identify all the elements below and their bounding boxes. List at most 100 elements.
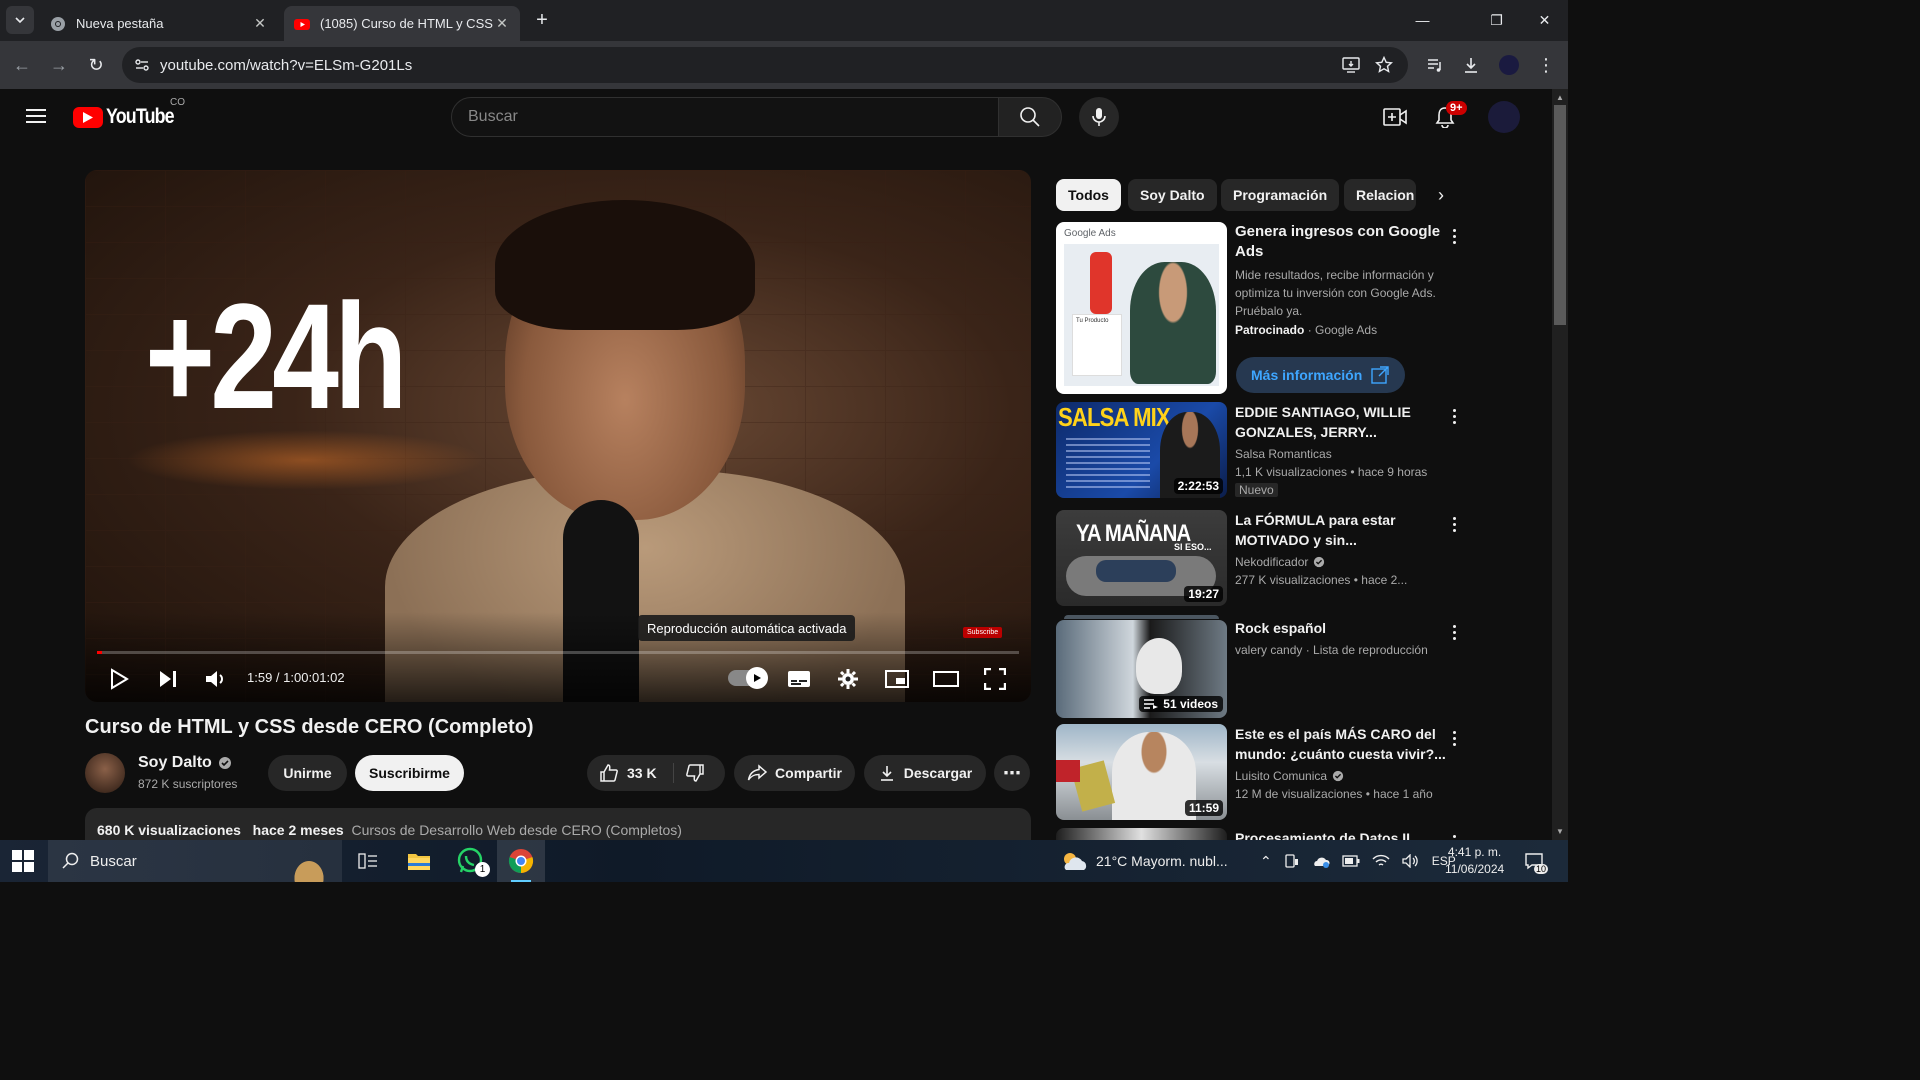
like-button[interactable]: 33 K [599, 763, 657, 783]
file-explorer-icon[interactable] [395, 840, 443, 882]
notification-center-icon[interactable]: 10 [1524, 840, 1549, 882]
battery-icon[interactable] [1342, 855, 1360, 867]
speaker-icon[interactable] [1402, 854, 1420, 868]
search-button[interactable] [998, 97, 1062, 137]
chip-todos[interactable]: Todos [1056, 179, 1121, 211]
chevron-up-icon[interactable]: ⌃ [1260, 853, 1272, 870]
clock[interactable]: 4:41 p. m. 11/06/2024 [1445, 844, 1504, 878]
whatsapp-icon[interactable]: 1 [446, 840, 494, 882]
install-app-icon[interactable] [1339, 53, 1363, 77]
channel-avatar[interactable] [85, 753, 125, 793]
more-actions-button[interactable]: ⋯ [994, 755, 1030, 791]
search-input[interactable] [468, 108, 998, 126]
settings-button[interactable] [833, 664, 863, 694]
scroll-down-icon[interactable]: ▼ [1556, 827, 1564, 836]
recommendation-item[interactable]: YA MAÑANA SI ESO... 19:27 La FÓRMULA par… [1056, 510, 1466, 606]
restore-button[interactable]: ❐ [1473, 0, 1520, 40]
video-progress-bar[interactable] [97, 651, 1019, 654]
more-vertical-icon[interactable] [1446, 404, 1462, 428]
more-vertical-icon[interactable] [1446, 620, 1462, 644]
rec-title[interactable]: Este es el país MÁS CARO del mundo: ¿cuá… [1235, 724, 1450, 764]
tab-youtube[interactable]: (1085) Curso de HTML y CSS desde CERO (C… [284, 6, 520, 41]
recommendation-item[interactable]: 11:59 Este es el país MÁS CARO del mundo… [1056, 724, 1466, 820]
weather-widget[interactable]: 21°C Mayorm. nubl... [1060, 840, 1228, 882]
task-view-icon[interactable] [344, 840, 392, 882]
create-video-icon[interactable] [1383, 105, 1407, 129]
recommendation-playlist[interactable]: 51 videos Rock español valery candy · Li… [1056, 615, 1466, 718]
subtitles-button[interactable] [784, 664, 814, 694]
rec-channel[interactable]: Luisito Comunica [1235, 767, 1327, 785]
ad-thumbnail[interactable]: Google Ads Tu Producto [1056, 222, 1227, 394]
tab-search-button[interactable] [6, 6, 34, 34]
account-avatar[interactable] [1488, 101, 1520, 133]
play-button[interactable] [104, 664, 134, 694]
more-vertical-icon[interactable] [1446, 830, 1462, 840]
playlist-thumbnail[interactable]: 51 videos [1056, 620, 1227, 718]
video-player[interactable]: +24h [85, 170, 1031, 702]
dislike-button[interactable] [685, 763, 705, 786]
taskbar-search[interactable]: Buscar [48, 840, 342, 882]
onedrive-icon[interactable] [1312, 853, 1330, 869]
close-icon[interactable]: ✕ [494, 15, 510, 32]
video-thumbnail[interactable]: 11:59 [1056, 724, 1227, 820]
more-vertical-icon[interactable] [1446, 224, 1462, 248]
more-menu-icon[interactable]: ⋮ [1534, 53, 1558, 77]
download-button[interactable]: Descargar [864, 755, 986, 791]
fullscreen-button[interactable] [980, 664, 1010, 694]
back-button[interactable]: ← [8, 51, 36, 79]
video-thumbnail[interactable]: YA MAÑANA SI ESO... 19:27 [1056, 510, 1227, 606]
site-info-icon[interactable] [130, 53, 154, 77]
windows-start-icon[interactable] [12, 850, 34, 872]
tab-new-tab[interactable]: Nueva pestaña ✕ [40, 6, 278, 41]
bookmark-star-icon[interactable] [1372, 53, 1396, 77]
minimize-button[interactable]: — [1399, 0, 1446, 40]
scrollbar-thumb[interactable] [1554, 105, 1566, 325]
reload-button[interactable]: ↻ [82, 51, 110, 79]
voice-search-button[interactable] [1079, 97, 1119, 137]
scroll-up-icon[interactable]: ▲ [1556, 93, 1564, 102]
address-bar[interactable]: youtube.com/watch?v=ELSm-G201Ls [122, 47, 1408, 83]
video-thumbnail[interactable] [1056, 828, 1227, 840]
media-control-icon[interactable] [1423, 53, 1447, 77]
chip-relacionados[interactable]: Relacion [1344, 179, 1416, 211]
download-icon[interactable] [1459, 53, 1483, 77]
ad-cta-button[interactable]: Más información [1236, 357, 1406, 393]
rec-channel[interactable]: Nekodificador [1235, 553, 1308, 571]
share-button[interactable]: Compartir [734, 755, 855, 791]
chip-soy-dalto[interactable]: Soy Dalto [1128, 179, 1217, 211]
theater-mode-button[interactable] [931, 664, 961, 694]
device-icon[interactable] [1284, 853, 1300, 869]
rec-title[interactable]: EDDIE SANTIAGO, WILLIE GONZALES, JERRY..… [1235, 402, 1450, 442]
subscribe-watermark[interactable]: Subscribe [963, 627, 1003, 638]
rec-channel[interactable]: Salsa Romanticas [1235, 445, 1450, 463]
rec-channel[interactable]: valery candy · Lista de reproducción [1235, 641, 1450, 659]
close-icon[interactable]: ✕ [252, 15, 268, 32]
recommendation-item[interactable]: Procesamiento de Datos II... [1056, 828, 1466, 840]
page-scrollbar[interactable]: ▲ ▼ [1552, 89, 1568, 840]
rec-title[interactable]: La FÓRMULA para estar MOTIVADO y sin... [1235, 510, 1450, 550]
wifi-icon[interactable] [1372, 854, 1390, 868]
new-tab-button[interactable]: + [530, 8, 554, 32]
profile-avatar-icon[interactable] [1497, 53, 1521, 77]
volume-button[interactable] [202, 664, 232, 694]
join-button[interactable]: Unirme [268, 755, 347, 791]
recommendation-item[interactable]: SALSA MIX 2:22:53 EDDIE SANTIAGO, WILLIE… [1056, 402, 1466, 498]
next-button[interactable] [153, 664, 183, 694]
video-thumbnail[interactable]: SALSA MIX 2:22:53 [1056, 402, 1227, 498]
chip-programacion[interactable]: Programación [1221, 179, 1340, 211]
autoplay-toggle[interactable] [728, 667, 768, 689]
more-vertical-icon[interactable] [1446, 726, 1462, 750]
chrome-taskbar-icon[interactable] [497, 840, 545, 882]
ad-title[interactable]: Genera ingresos con Google Ads [1235, 222, 1450, 262]
subscribe-button[interactable]: Suscribirme [355, 755, 464, 791]
close-window-button[interactable]: ✕ [1521, 0, 1568, 40]
channel-name-link[interactable]: Soy Dalto [138, 754, 232, 772]
forward-button[interactable]: → [45, 51, 73, 79]
miniplayer-button[interactable] [882, 664, 912, 694]
search-box[interactable] [451, 97, 999, 137]
menu-icon[interactable] [24, 105, 48, 129]
chevron-right-icon[interactable]: › [1428, 182, 1454, 208]
youtube-logo[interactable]: YouTube CO [73, 97, 186, 129]
rec-title[interactable]: Procesamiento de Datos II... [1235, 828, 1450, 840]
rec-title[interactable]: Rock español [1235, 618, 1450, 638]
